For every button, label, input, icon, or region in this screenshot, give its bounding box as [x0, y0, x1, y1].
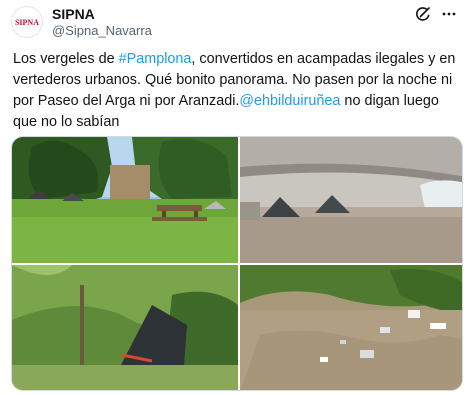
grok-icon[interactable]: [415, 6, 431, 22]
top-actions: [415, 6, 457, 22]
avatar[interactable]: SIPNA: [11, 6, 43, 38]
photo-bridge-tents[interactable]: [240, 137, 462, 263]
photo-park-tents[interactable]: [12, 137, 238, 263]
tweet-text-part: Los vergeles de: [13, 51, 119, 67]
mention-link[interactable]: @ehbilduiruñea: [239, 93, 340, 109]
media-grid: [11, 136, 463, 391]
hashtag-link[interactable]: #Pamplona: [119, 51, 192, 67]
avatar-logo: SIPNA: [14, 17, 39, 27]
author-block: SIPNA @Sipna_Navarra: [52, 6, 152, 39]
tweet-card: SIPNA SIPNA @Sipna_Navarra Los vergeles …: [0, 0, 467, 395]
photo-litter-ground[interactable]: [240, 265, 462, 390]
display-name[interactable]: SIPNA: [52, 6, 152, 22]
handle[interactable]: @Sipna_Navarra: [52, 23, 152, 39]
tweet-text: Los vergeles de #Pamplona, convertidos e…: [13, 49, 457, 133]
more-horizontal-icon[interactable]: [441, 6, 457, 22]
photo-tarp-tent[interactable]: [12, 265, 238, 390]
